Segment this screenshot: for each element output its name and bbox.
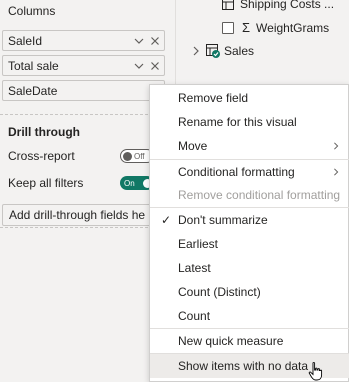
- menu-item-move[interactable]: Move: [150, 134, 349, 158]
- table-icon: [222, 0, 234, 10]
- menu-item-remove-conditional-formatting: Remove conditional formatting: [150, 183, 349, 207]
- menu-item-label: Move: [178, 139, 208, 153]
- columns-label: Columns: [8, 4, 56, 18]
- tree-item-sales[interactable]: Sales: [192, 44, 254, 58]
- menu-item-dont-summarize[interactable]: ✓ Don't summarize: [150, 208, 349, 232]
- chevron-right-icon: [334, 142, 339, 150]
- menu-item-label: Rename for this visual: [178, 115, 297, 129]
- menu-item-earliest[interactable]: Earliest: [150, 232, 349, 256]
- toggle-state: Off: [134, 151, 145, 161]
- field-well-total-sale[interactable]: Total sale: [2, 55, 165, 76]
- add-drill-through-fields-well[interactable]: Add drill-through fields he: [2, 204, 168, 226]
- chevron-down-icon[interactable]: [132, 34, 146, 48]
- keep-all-filters-label: Keep all filters: [8, 176, 84, 190]
- menu-item-label: New quick measure: [178, 334, 284, 348]
- menu-item-label: Count (Distinct): [178, 285, 261, 299]
- menu-item-label: Remove conditional formatting: [178, 188, 341, 202]
- toggle-state: On: [124, 178, 135, 188]
- menu-item-label: Conditional formatting: [178, 165, 295, 179]
- field-context-menu: Remove field Rename for this visual Move…: [149, 84, 349, 382]
- menu-item-conditional-formatting[interactable]: Conditional formatting: [150, 160, 349, 184]
- close-icon[interactable]: [148, 59, 162, 73]
- menu-item-label: Remove field: [178, 91, 249, 105]
- chevron-right-icon[interactable]: [192, 46, 200, 56]
- hand-cursor-icon: [308, 362, 323, 381]
- menu-item-rename[interactable]: Rename for this visual: [150, 110, 349, 134]
- menu-item-label: Earliest: [178, 237, 219, 251]
- tree-item-label: Sales: [224, 44, 255, 58]
- drill-through-title: Drill through: [8, 125, 80, 139]
- menu-item-remove-field[interactable]: Remove field: [150, 86, 349, 110]
- tree-item-label: Shipping Costs ...: [240, 0, 335, 11]
- field-label: SaleId: [8, 33, 43, 48]
- cross-report-label: Cross-report: [8, 149, 75, 163]
- tree-item-label: WeightGrams: [256, 20, 330, 35]
- menu-item-label: Show items with no data: [178, 359, 309, 373]
- tree-item-weightgrams[interactable]: Σ WeightGrams: [222, 20, 329, 35]
- menu-item-latest[interactable]: Latest: [150, 256, 349, 280]
- field-label: Total sale: [8, 58, 59, 73]
- chevron-down-icon[interactable]: [132, 59, 146, 73]
- field-well-saleid[interactable]: SaleId: [2, 30, 165, 51]
- menu-item-new-quick-measure[interactable]: New quick measure: [150, 329, 349, 353]
- menu-item-label: Latest: [178, 261, 211, 275]
- menu-item-label: Count: [178, 309, 211, 323]
- menu-item-count-distinct[interactable]: Count (Distinct): [150, 280, 349, 304]
- toggle-knob: [123, 151, 132, 161]
- checkmark-icon: ✓: [161, 213, 172, 227]
- close-icon[interactable]: [148, 34, 162, 48]
- table-icon: [206, 44, 220, 58]
- field-label: SaleDate: [8, 83, 58, 98]
- chevron-right-icon: [334, 168, 339, 176]
- sigma-icon: Σ: [242, 20, 251, 35]
- field-checkbox[interactable]: [222, 21, 234, 34]
- menu-item-label: Don't summarize: [178, 213, 268, 227]
- menu-item-count[interactable]: Count: [150, 304, 349, 328]
- field-well-saledate[interactable]: SaleDate: [2, 80, 165, 101]
- tree-item-shipping-costs[interactable]: Shipping Costs ...: [222, 0, 334, 11]
